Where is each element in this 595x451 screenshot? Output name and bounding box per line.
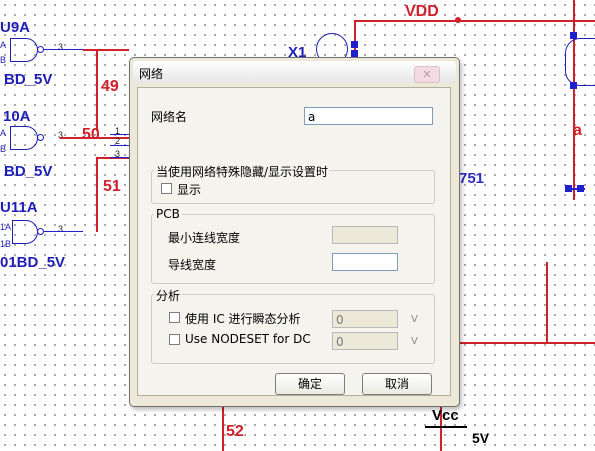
component-u10a-model: BD_5V xyxy=(4,163,53,180)
lower-horizontal-wire[interactable] xyxy=(458,342,595,344)
ok-button[interactable]: 确定 xyxy=(275,373,345,395)
show-checkbox[interactable] xyxy=(161,183,172,194)
right-rail-wire[interactable] xyxy=(573,0,575,200)
u11a-gate-symbol[interactable] xyxy=(12,220,38,244)
x1-pin-square-top[interactable] xyxy=(351,41,358,48)
net-51-vertical-wire[interactable] xyxy=(96,157,98,232)
component-u9a-model: BD_5V xyxy=(4,71,53,88)
net-label-49: 49 xyxy=(101,78,119,95)
component-u10a-label: 10A xyxy=(3,108,31,125)
u11a-output-wire[interactable] xyxy=(43,231,83,232)
min-width-label: 最小连线宽度 xyxy=(168,231,241,245)
ic-unit-label: V xyxy=(411,314,418,325)
u10a-pin-a: A xyxy=(0,128,7,138)
net-dialog: 网络 ✕ 网络名 a 当使用网络特殊隐藏/显示设置时 显示 PCB 最小连线宽度… xyxy=(129,57,460,407)
net-label-51: 51 xyxy=(103,178,121,195)
connector-pin-1-line[interactable] xyxy=(110,134,129,135)
component-u9a-label: U9A xyxy=(0,19,31,36)
u9a-output-wire[interactable] xyxy=(43,49,83,50)
u9a-pin-b: B xyxy=(0,55,7,65)
u9a-gate-symbol[interactable] xyxy=(10,38,38,62)
x1-pin-square[interactable] xyxy=(351,50,358,57)
dialog-titlebar[interactable]: 网络 ✕ xyxy=(133,61,456,83)
component-u11a-label: U11A xyxy=(0,199,38,216)
net-52-wire[interactable] xyxy=(222,405,224,451)
net-49-vertical-wire[interactable] xyxy=(96,49,98,131)
net-a-blue-wire[interactable] xyxy=(565,188,585,190)
u11a-pin-1b: 1B xyxy=(0,239,12,249)
connector-pin-3-line[interactable] xyxy=(110,157,129,158)
u11a-pin-3: 3 xyxy=(58,224,64,234)
vcc-label: Vcc xyxy=(432,407,459,424)
dialog-content-panel: 网络名 a 当使用网络特殊隐藏/显示设置时 显示 PCB 最小连线宽度 导线宽度… xyxy=(137,87,451,396)
u11a-pin-1a: 1A xyxy=(0,222,12,232)
nodeset-unit-label: V xyxy=(411,336,418,347)
u10a-pin-3: 3 xyxy=(58,130,64,140)
vdd-rail-wire[interactable] xyxy=(354,20,595,22)
min-width-input[interactable] xyxy=(332,226,398,244)
special-visibility-group: 当使用网络特殊隐藏/显示设置时 显示 xyxy=(151,163,435,204)
trace-width-input[interactable] xyxy=(332,253,398,271)
ic-value-input[interactable]: 0 xyxy=(332,310,398,328)
right-transistor-pin-mid[interactable] xyxy=(570,82,577,89)
pcb-group: PCB 最小连线宽度 导线宽度 xyxy=(151,207,435,284)
close-icon[interactable]: ✕ xyxy=(414,66,440,83)
net-label-751: 751 xyxy=(459,170,485,187)
nodeset-checkbox-label[interactable]: Use NODESET for DC xyxy=(185,332,311,346)
dialog-title: 网络 xyxy=(139,67,164,81)
nodeset-value-input[interactable]: 0 xyxy=(332,332,398,350)
u10a-gate-symbol[interactable] xyxy=(10,126,38,150)
special-visibility-group-title: 当使用网络特殊隐藏/显示设置时 xyxy=(154,163,331,180)
u9a-pin-3: 3 xyxy=(58,42,64,52)
net-name-label: 网络名 xyxy=(151,110,188,124)
analysis-group: 分析 使用 IC 进行瞬态分析 0 V Use NODESET for DC 0… xyxy=(151,287,435,364)
component-u11a-model: 01BD_5V xyxy=(0,254,66,271)
connector-pin-2-line[interactable] xyxy=(110,145,129,146)
ic-transient-checkbox-label[interactable]: 使用 IC 进行瞬态分析 xyxy=(185,310,301,327)
lower-vertical-wire[interactable] xyxy=(546,262,548,342)
pcb-group-title: PCB xyxy=(154,207,182,221)
net-name-input[interactable]: a xyxy=(304,107,433,125)
vcc-symbol-bar xyxy=(425,426,467,428)
u10a-pin-b: B xyxy=(0,144,7,154)
net-49-horizontal-wire[interactable] xyxy=(83,49,129,51)
u9a-pin-a: A xyxy=(0,40,7,50)
cancel-button[interactable]: 取消 xyxy=(362,373,432,395)
net-label-52: 52 xyxy=(226,423,244,440)
ic-transient-checkbox[interactable] xyxy=(169,312,180,323)
analysis-group-title: 分析 xyxy=(154,287,183,304)
nodeset-checkbox[interactable] xyxy=(169,334,180,345)
right-transistor-symbol[interactable] xyxy=(565,38,595,86)
trace-width-label: 导线宽度 xyxy=(168,258,217,272)
right-transistor-pin-top[interactable] xyxy=(570,32,577,39)
show-checkbox-label[interactable]: 显示 xyxy=(177,181,201,198)
net-label-vdd: VDD xyxy=(405,3,439,20)
vdd-junction xyxy=(455,17,461,23)
net-label-a: a xyxy=(573,122,582,139)
vcc-value-5v: 5V xyxy=(472,430,490,446)
u10a-inverter-bubble xyxy=(37,134,44,141)
net-label-50: 50 xyxy=(82,126,100,143)
